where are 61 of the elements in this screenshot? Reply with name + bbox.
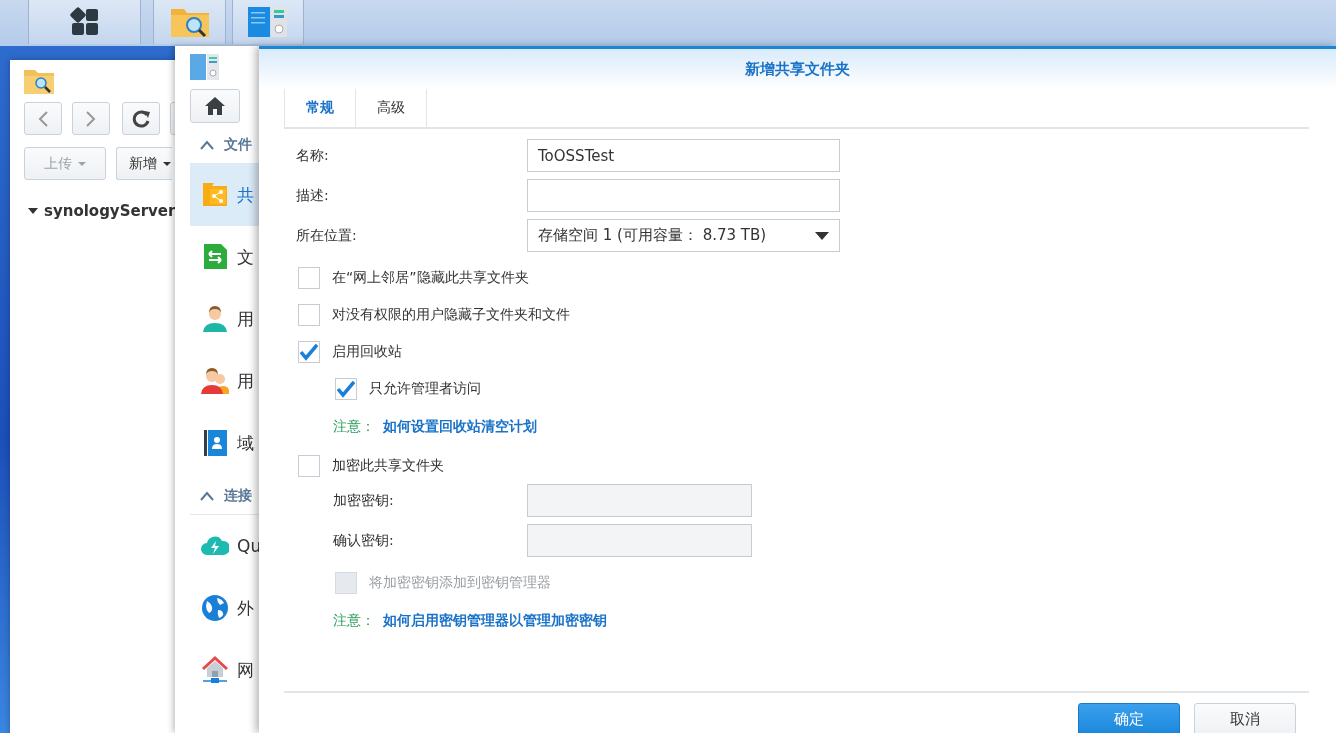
user-icon xyxy=(201,304,229,334)
sidebar-item[interactable]: 共 xyxy=(190,164,259,226)
checkbox-label: 启用回收站 xyxy=(332,342,402,361)
home-icon xyxy=(204,96,226,116)
taskbar-button[interactable] xyxy=(28,0,141,44)
field-label: 名称: xyxy=(296,146,330,165)
field-label: 所在位置: xyxy=(296,226,358,245)
field-label: 加密密钥: xyxy=(333,491,395,510)
file-transfer-icon xyxy=(201,242,229,272)
refresh-icon xyxy=(132,109,150,128)
back-icon xyxy=(38,110,48,127)
field-label: 确认密钥: xyxy=(333,531,395,550)
collapse-icon[interactable] xyxy=(200,140,214,150)
dropdown-arrow-icon xyxy=(815,231,829,240)
sidebar-item[interactable]: 网 xyxy=(190,639,259,701)
field-label: 描述: xyxy=(296,186,330,205)
cancel-button[interactable]: 取消 xyxy=(1194,703,1296,733)
checkbox-label: 对没有权限的用户隐藏子文件夹和文件 xyxy=(332,305,570,324)
text-field[interactable]: ToOSSTest xyxy=(527,139,840,172)
users-icon xyxy=(201,366,229,396)
folder-search-icon xyxy=(24,68,54,94)
checkbox[interactable] xyxy=(298,454,320,477)
checkbox-label: 在“网上邻居”隐藏此共享文件夹 xyxy=(332,268,529,287)
checkbox[interactable] xyxy=(298,266,320,289)
control-panel-icon xyxy=(190,54,220,80)
sidebar-item[interactable]: 用 xyxy=(190,350,259,412)
checkbox[interactable] xyxy=(298,340,320,363)
note-label: 注意： xyxy=(333,418,375,436)
sidebar-item[interactable]: 用 xyxy=(190,288,259,350)
help-link[interactable]: 如何设置回收站清空计划 xyxy=(383,418,537,436)
house-network-icon xyxy=(201,655,229,685)
check-icon xyxy=(337,379,355,398)
checkbox-label: 只允许管理者访问 xyxy=(369,379,481,398)
checkbox[interactable] xyxy=(335,377,357,400)
note-label: 注意： xyxy=(333,612,375,630)
location-dropdown[interactable]: 存储空间 1 (可用容量： 8.73 TB) xyxy=(527,219,840,252)
text-field[interactable] xyxy=(527,179,840,212)
check-icon xyxy=(300,342,318,361)
sidebar-item[interactable]: Qu xyxy=(190,515,259,577)
globe-icon xyxy=(201,593,229,623)
help-link[interactable]: 如何启用密钥管理器以管理加密密钥 xyxy=(383,612,607,630)
checkbox[interactable] xyxy=(298,303,320,326)
checkbox-label: 将加密密钥添加到密钥管理器 xyxy=(369,573,551,592)
sidebar-item[interactable]: 域 xyxy=(190,412,259,474)
contact-book-icon xyxy=(201,428,229,458)
sidebar-item[interactable]: 外 xyxy=(190,577,259,639)
home-button[interactable] xyxy=(190,89,240,123)
dialog-title: 新增共享文件夹 xyxy=(745,59,850,79)
section-header: 文件 xyxy=(224,136,252,154)
toolbar-button[interactable]: 新增 xyxy=(116,147,172,180)
sidebar-item[interactable]: 文 xyxy=(190,226,259,288)
tab[interactable]: 高级 xyxy=(356,89,427,127)
forward-icon xyxy=(86,110,96,127)
grid-icon xyxy=(69,7,100,37)
control-panel-icon xyxy=(247,5,289,39)
collapse-icon[interactable] xyxy=(200,491,214,501)
tree-item[interactable]: synologyServer xyxy=(44,202,176,220)
checkbox-label: 加密此共享文件夹 xyxy=(332,456,444,475)
tab[interactable]: 常规 xyxy=(284,89,356,127)
nav-button[interactable] xyxy=(122,102,160,135)
section-header: 连接 xyxy=(224,487,252,505)
